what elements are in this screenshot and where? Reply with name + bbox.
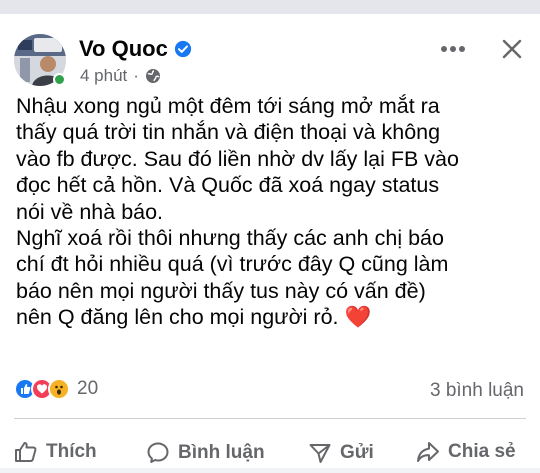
post-body: Nhậu xong ngủ một đêm tới sáng mở mắt ra… [16, 94, 459, 330]
reactions-count: 20 [77, 378, 99, 399]
comment-label: Bình luận [178, 442, 265, 463]
send-icon [309, 444, 331, 463]
post-card: Vo Quoc 4 phút · Nhậu xong ngủ một đêm t… [0, 14, 540, 468]
author-name[interactable]: Vo Quoc [79, 36, 168, 62]
close-icon [502, 39, 522, 59]
post-meta: 4 phút · [80, 66, 161, 86]
reactions-summary[interactable]: 20 [14, 378, 98, 400]
like-label: Thích [46, 441, 97, 462]
comments-count[interactable]: 3 bình luận [430, 380, 524, 402]
top-strip [0, 0, 540, 14]
more-options-button[interactable] [438, 34, 468, 64]
like-button[interactable]: Thích [14, 441, 97, 463]
meta-separator: · [133, 66, 139, 85]
online-status-dot [53, 73, 66, 86]
heart-emoji: ❤️ [344, 305, 372, 330]
close-button[interactable] [497, 34, 527, 64]
comment-icon [147, 442, 169, 463]
globe-icon [145, 69, 160, 83]
comment-button[interactable]: Bình luận [146, 441, 265, 465]
like-icon [15, 442, 37, 462]
verified-badge-icon [174, 40, 191, 58]
post-time[interactable]: 4 phút [80, 66, 127, 86]
share-icon [417, 442, 439, 462]
divider [14, 418, 526, 419]
share-label: Chia sẻ [448, 441, 516, 462]
wow-reaction-icon [48, 378, 70, 400]
more-options-icon [441, 46, 465, 52]
post-text: Nhậu xong ngủ một đêm tới sáng mở mắt ra… [16, 93, 528, 331]
author-row: Vo Quoc [79, 36, 192, 62]
action-bar: Thích Bình luận Gửi Chia sẻ [0, 427, 540, 473]
share-button[interactable]: Chia sẻ [416, 441, 516, 463]
send-button[interactable]: Gửi [308, 441, 374, 465]
send-label: Gửi [340, 442, 374, 463]
